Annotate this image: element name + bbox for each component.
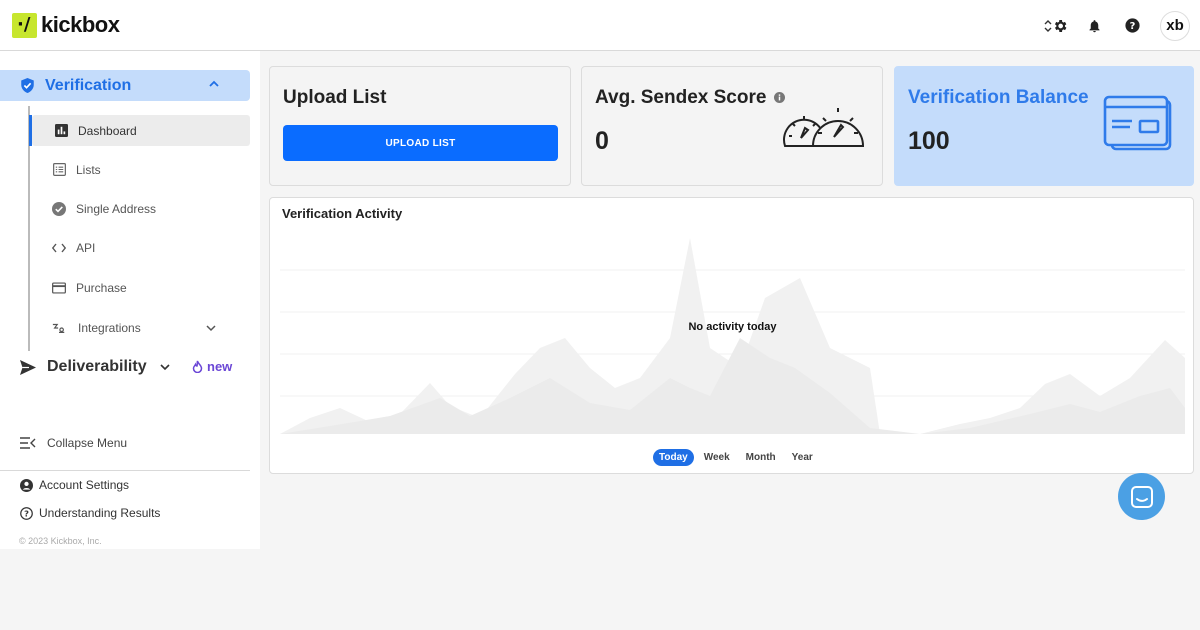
speedometer-icon <box>783 108 865 147</box>
verification-label: Verification <box>45 76 132 94</box>
collapse-menu-icon <box>20 437 36 449</box>
help-outline-icon: ? <box>20 506 33 520</box>
top-bar: ·/ kickbox ? xb <box>0 0 1200 51</box>
logo-mark: ·/ <box>12 12 37 38</box>
help-button[interactable]: ? <box>1122 16 1142 36</box>
period-selector: Today Week Month Year <box>653 449 823 466</box>
no-activity-message: No activity today <box>688 321 777 333</box>
credit-cards-icon <box>1103 95 1172 151</box>
period-week[interactable]: Week <box>698 449 736 466</box>
logo-text: kickbox <box>41 12 120 37</box>
sendex-score-label: Avg. Sendex Score <box>595 87 767 108</box>
account-settings-label: Account Settings <box>39 478 130 492</box>
sendex-score-value: 0 <box>595 127 609 155</box>
svg-text:?: ? <box>1129 21 1135 32</box>
collapse-menu-label: Collapse Menu <box>47 436 128 450</box>
upload-list-title: Upload List <box>283 87 387 108</box>
shield-check-icon <box>21 78 34 93</box>
send-icon <box>20 359 36 375</box>
verification-balance-card: Verification Balance 100 <box>894 66 1194 186</box>
verification-balance-value: 100 <box>908 127 950 155</box>
credit-card-icon <box>52 281 66 295</box>
settings-menu-button[interactable] <box>1042 16 1070 36</box>
account-circle-icon <box>20 478 33 492</box>
sendex-score-title: Avg. Sendex Score <box>595 87 785 109</box>
check-circle-icon <box>52 201 66 216</box>
help-icon: ? <box>1124 18 1140 33</box>
sidebar-item-api[interactable]: API <box>32 232 250 263</box>
sidebar-item-lists[interactable]: Lists <box>32 154 250 185</box>
sidebar-section-deliverability[interactable]: Deliverability new <box>20 356 240 378</box>
sidebar-item-label: Integrations <box>78 320 141 335</box>
new-label: new <box>207 359 233 374</box>
period-month[interactable]: Month <box>740 449 782 466</box>
gear-icon <box>1054 19 1067 32</box>
collapse-menu-button[interactable]: Collapse Menu <box>20 436 127 450</box>
code-icon <box>52 241 66 255</box>
verification-activity-title: Verification Activity <box>282 206 403 221</box>
verification-activity-panel: Verification Activity No activity today … <box>269 197 1194 474</box>
sidebar-item-label: Single Address <box>76 201 157 216</box>
understanding-results-label: Understanding Results <box>39 506 161 520</box>
sidebar-item-purchase[interactable]: Purchase <box>32 272 250 303</box>
sidebar-item-label: Purchase <box>76 280 127 295</box>
kickbox-logo[interactable]: ·/ kickbox <box>12 12 120 38</box>
avatar[interactable]: xb <box>1160 10 1190 41</box>
sort-icon <box>1044 19 1052 32</box>
copyright: © 2023 Kickbox, Inc. <box>19 536 102 546</box>
account-settings-link[interactable]: Account Settings <box>20 478 129 492</box>
chevron-up-icon[interactable] <box>208 78 220 90</box>
activity-placeholder-chart <box>280 238 1185 434</box>
chat-icon <box>1130 485 1153 508</box>
page-footer-area <box>0 549 1200 630</box>
upload-list-button[interactable]: UPLOAD LIST <box>283 125 558 161</box>
new-badge: new <box>192 359 232 374</box>
period-today[interactable]: Today <box>653 449 694 466</box>
sidebar-item-label: Lists <box>76 162 101 177</box>
period-year[interactable]: Year <box>786 449 819 466</box>
list-icon <box>52 163 66 177</box>
chevron-down-icon[interactable] <box>159 361 171 373</box>
bell-icon <box>1089 19 1099 32</box>
integrations-icon <box>52 321 66 335</box>
upload-list-card: Upload List UPLOAD LIST <box>269 66 571 186</box>
flame-icon <box>192 360 203 373</box>
sidebar-item-integrations[interactable]: Integrations <box>32 312 250 343</box>
sidebar-item-label: Dashboard <box>78 123 137 138</box>
sidebar-section-verification[interactable]: Verification <box>0 70 250 101</box>
notifications-button[interactable] <box>1084 16 1104 36</box>
chat-launcher-button[interactable] <box>1118 473 1165 520</box>
sidebar-item-label: API <box>76 240 96 255</box>
deliverability-label: Deliverability <box>47 358 147 375</box>
bar-chart-icon <box>54 124 68 138</box>
svg-text:?: ? <box>24 508 29 518</box>
understanding-results-link[interactable]: ? Understanding Results <box>20 506 160 520</box>
sidebar-divider <box>0 470 250 471</box>
sendex-score-card: Avg. Sendex Score 0 <box>581 66 883 186</box>
sidebar-item-single-address[interactable]: Single Address <box>32 193 250 224</box>
sidebar-item-dashboard[interactable]: Dashboard <box>29 115 250 146</box>
chevron-down-icon[interactable] <box>205 322 217 334</box>
sidebar: Verification Dashboard Lists Single Addr… <box>0 51 260 549</box>
verification-balance-title: Verification Balance <box>908 87 1089 108</box>
